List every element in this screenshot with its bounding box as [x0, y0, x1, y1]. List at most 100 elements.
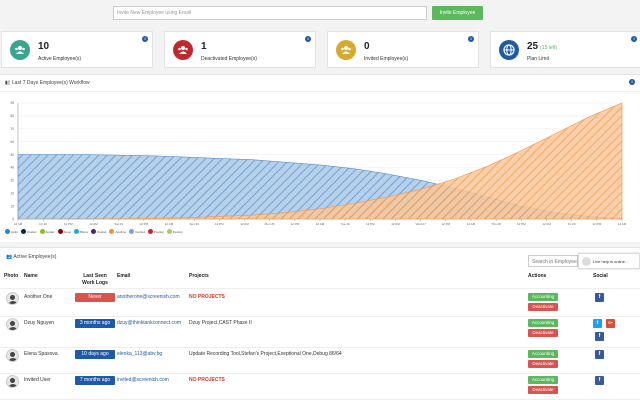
employee-email[interactable]: anotherone@screenish.com — [117, 294, 180, 300]
column-social: Social — [593, 273, 608, 279]
legend-swatch-icon — [39, 229, 45, 234]
legend-item[interactable]: Blena — [74, 229, 88, 234]
y-tick-label: 30 — [10, 179, 14, 183]
legend-item[interactable]: Apolimo — [109, 229, 126, 234]
employee-projects: Dzuy Project,CAST Phase II — [189, 320, 252, 326]
column-email: Email — [117, 273, 131, 279]
last-seen-badge[interactable]: 10 days ago — [75, 350, 115, 359]
info-icon[interactable]: i — [468, 36, 474, 42]
employee-search-input[interactable]: Search in Employee — [528, 255, 578, 267]
legend-item[interactable]: Onefac — [90, 229, 106, 234]
live-help-widget[interactable]: Live help is online... — [578, 253, 640, 269]
globe-icon — [499, 40, 519, 60]
y-tick-label: 60 — [10, 140, 14, 144]
deactivate-button[interactable]: Deactivate — [528, 360, 558, 368]
info-icon[interactable]: i — [631, 36, 637, 42]
info-icon[interactable]: i — [305, 36, 311, 42]
legend-swatch-icon — [5, 229, 10, 234]
legend-swatch-icon — [166, 229, 172, 234]
last-seen-badge[interactable]: 7 months ago — [75, 376, 115, 385]
facebook-icon[interactable]: f — [595, 293, 604, 302]
stat-label: Deactivated Employee(s) — [201, 56, 257, 62]
stat-number: 1 — [201, 41, 207, 52]
y-tick-label: 40 — [10, 166, 14, 170]
employee-email[interactable]: elenka_113@abv.bg — [117, 351, 162, 357]
y-tick-label: 0 — [12, 217, 14, 221]
employee-name[interactable]: Another One — [24, 294, 52, 300]
workflow-title: ▮▯ Last 7 Days Employee(s) Workflow — [5, 80, 90, 86]
legend-item[interactable]: Cerlied — [129, 229, 145, 234]
avatar — [6, 318, 19, 331]
legend-item[interactable]: Swop — [57, 229, 71, 234]
legend-label: Ihenlop — [172, 229, 183, 234]
invite-employee-button[interactable]: Invite Employee — [432, 6, 483, 20]
legend-label: Onefac — [26, 229, 37, 234]
employee-name[interactable]: Elena Spasova — [24, 351, 58, 357]
x-tick-label: Tue 26 — [341, 222, 351, 226]
accounting-button[interactable]: Accounting — [528, 376, 558, 384]
info-icon[interactable]: i — [142, 36, 148, 42]
stat-card: 0 Invited Employee(s) i — [327, 31, 479, 68]
accounting-button[interactable]: Accounting — [528, 293, 558, 301]
x-tick-label: 12 AM — [14, 222, 23, 226]
x-tick-label: 12 AM — [165, 222, 174, 226]
x-tick-label: 12 AM — [467, 222, 476, 226]
employee-projects: NO PROJECTS — [189, 377, 225, 383]
employee-email[interactable]: invited@screenish.com — [117, 377, 169, 383]
stat-card: 25 (15 left) Plan Limit i — [490, 31, 640, 68]
divider — [0, 288, 640, 289]
x-tick-label: Wed 27 — [416, 222, 427, 226]
y-tick-label: 90 — [10, 101, 14, 105]
x-tick-label: 12 PM — [290, 222, 299, 226]
avatar — [6, 375, 19, 388]
x-tick-label: Mon 25 — [265, 222, 275, 226]
accounting-button[interactable]: Accounting — [528, 319, 558, 327]
employee-name[interactable]: Dzuy Nguyen — [24, 320, 54, 326]
y-tick-label: 20 — [10, 191, 14, 195]
legend-item[interactable]: Hulio — [5, 229, 18, 234]
employee-email[interactable]: dzuy@thinktankconnect.com — [117, 320, 181, 326]
legend-item[interactable]: Poeilop — [147, 229, 164, 234]
deactivate-button[interactable]: Deactivate — [528, 386, 558, 394]
legend-item[interactable]: Auklaz — [39, 229, 55, 234]
stat-extra: (15 left) — [540, 45, 558, 51]
google-plus-icon[interactable]: G+ — [606, 319, 615, 328]
x-tick-label: 12 AM — [542, 222, 551, 226]
column-projects: Projects — [189, 273, 209, 279]
divider — [0, 347, 640, 348]
last-seen-badge[interactable]: 3 months ago — [75, 319, 115, 328]
deactivate-button[interactable]: Deactivate — [528, 329, 558, 337]
users-title: 👥 Active Employee(s) — [6, 254, 57, 260]
x-tick-label: 12 PM — [592, 222, 601, 226]
legend-swatch-icon — [147, 229, 153, 234]
legend-label: Blena — [80, 229, 88, 234]
legend-label: Cerlied — [135, 229, 145, 234]
facebook-icon[interactable]: f — [595, 350, 604, 359]
stat-label: Plan Limit — [527, 56, 549, 62]
x-tick-label: 12 PM — [139, 222, 148, 226]
twitter-icon[interactable]: t — [593, 319, 602, 328]
accounting-button[interactable]: Accounting — [528, 350, 558, 358]
info-icon[interactable]: i — [629, 79, 635, 85]
employee-name[interactable]: Invited User — [24, 377, 51, 383]
legend-item[interactable]: Onefac — [20, 229, 37, 234]
legend-label: Poeilop — [153, 229, 164, 234]
avatar — [6, 349, 19, 362]
x-tick-label: 12 AM — [316, 222, 325, 226]
y-tick-label: 10 — [10, 204, 14, 208]
x-tick-label: Fri 22 — [39, 222, 47, 226]
legend-item[interactable]: Ihenlop — [166, 229, 183, 234]
legend-swatch-icon — [109, 229, 115, 234]
deactivate-button[interactable]: Deactivate — [528, 303, 558, 311]
x-tick-label: Sat 23 — [114, 222, 123, 226]
x-tick-label: Fri 29 — [568, 222, 576, 226]
facebook-icon[interactable]: f — [595, 332, 604, 341]
stat-label: Active Employee(s) — [38, 56, 82, 62]
invite-email-input[interactable]: Invite New Employee using Email — [113, 6, 427, 20]
avatar — [6, 292, 19, 305]
x-tick-label: 12 PM — [215, 222, 224, 226]
column-actions: Actions — [528, 273, 547, 279]
facebook-icon[interactable]: f — [595, 376, 604, 385]
employee-projects: Update Recording Tool,Stefan's Project,E… — [189, 351, 342, 357]
last-seen-badge[interactable]: Never — [75, 293, 115, 302]
